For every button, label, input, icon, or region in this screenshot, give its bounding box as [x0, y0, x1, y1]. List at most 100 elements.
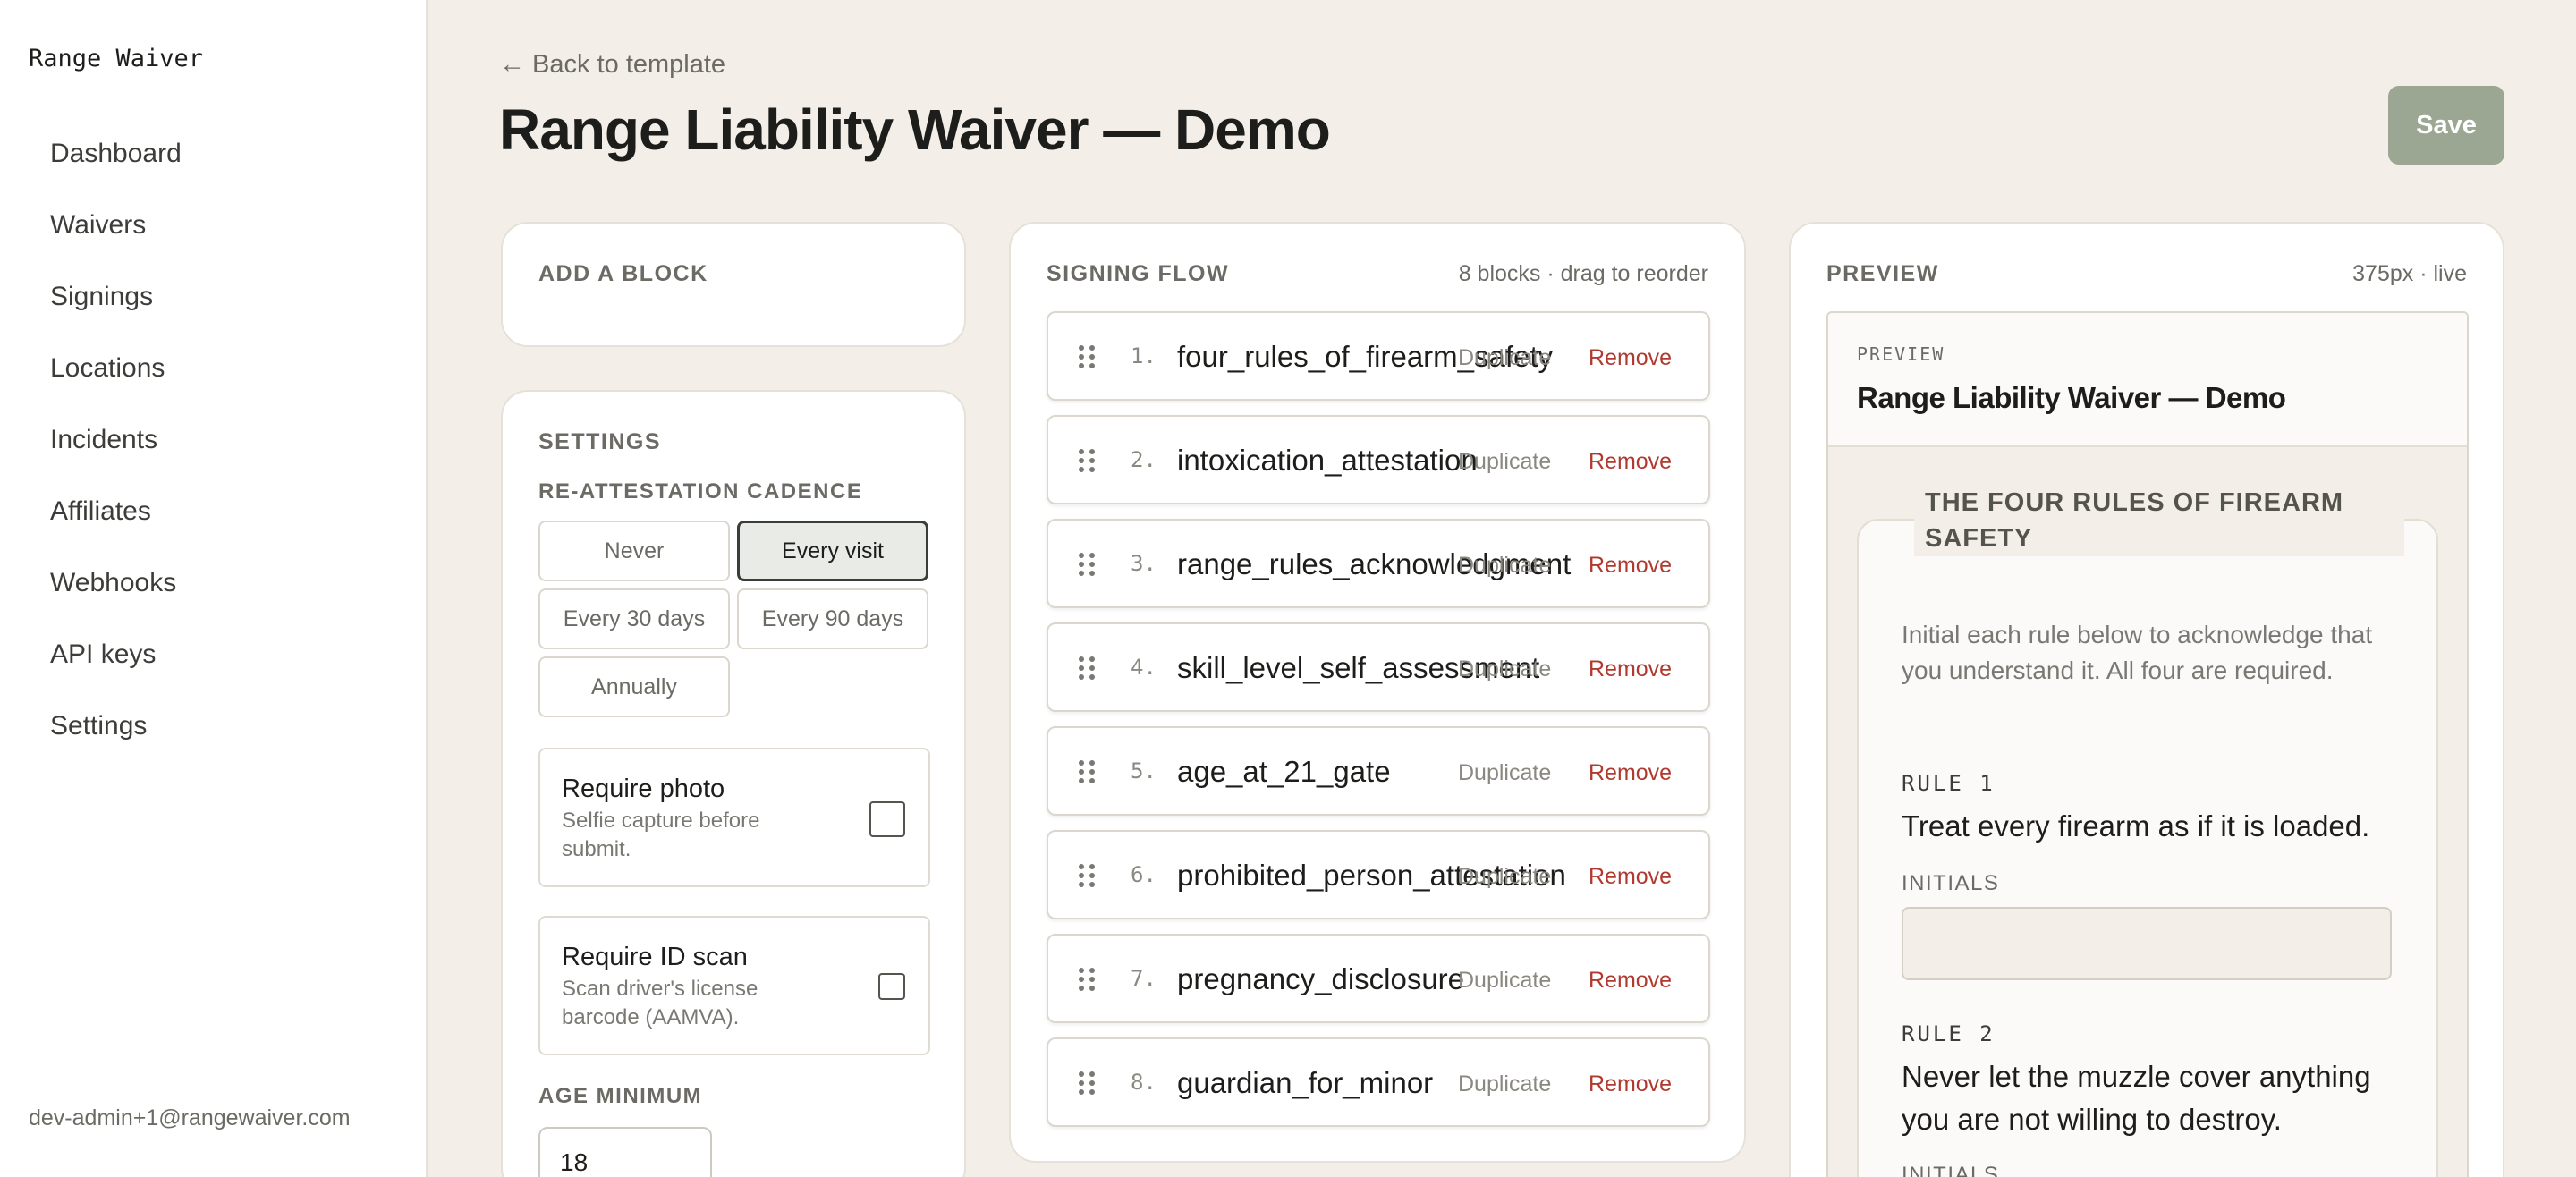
flow-block-row[interactable]: 7. pregnancy_disclosure Duplicate Remove [1046, 934, 1710, 1023]
remove-block-button[interactable]: Remove [1589, 345, 1672, 371]
age-minimum-input[interactable] [538, 1127, 712, 1177]
signing-flow-panel: SIGNING FLOW 8 blocks · drag to reorder … [1009, 222, 1746, 1163]
sidebar-nav: Dashboard Waivers Signings Locations Inc… [32, 136, 399, 780]
duplicate-block-button[interactable]: Duplicate [1458, 656, 1551, 682]
page-title: Range Liability Waiver — Demo [499, 97, 1331, 162]
drag-handle-icon[interactable] [1079, 449, 1097, 472]
flow-block-row[interactable]: 3. range_rules_acknowledgment Duplicate … [1046, 519, 1710, 608]
remove-block-button[interactable]: Remove [1589, 968, 1672, 994]
block-number: 3. [1131, 551, 1157, 576]
flow-block-row[interactable]: 1. four_rules_of_firearm_safety Duplicat… [1046, 311, 1710, 401]
rule-block-intro: Initial each rule below to acknowledge t… [1902, 621, 2373, 684]
remove-block-button[interactable]: Remove [1589, 760, 1672, 786]
rule-text: Never let the muzzle cover anything you … [1902, 1060, 2371, 1136]
cadence-option-annually[interactable]: Annually [538, 656, 730, 717]
rule-block-title: THE FOUR RULES OF FIREARM SAFETY [1914, 485, 2404, 556]
duplicate-block-button[interactable]: Duplicate [1458, 345, 1551, 371]
cadence-label: RE-ATTESTATION CADENCE [538, 479, 863, 504]
duplicate-block-button[interactable]: Duplicate [1458, 1071, 1551, 1097]
signing-flow-heading: SIGNING FLOW [1046, 261, 1230, 286]
cadence-option-every-90-days[interactable]: Every 90 days [737, 588, 928, 649]
remove-block-button[interactable]: Remove [1589, 656, 1672, 682]
block-number: 7. [1131, 966, 1157, 991]
remove-block-button[interactable]: Remove [1589, 864, 1672, 890]
block-name: age_at_21_gate [1177, 755, 1391, 788]
cadence-option-never[interactable]: Never [538, 521, 730, 581]
block-name: intoxication_attestation [1177, 444, 1478, 477]
duplicate-block-button[interactable]: Duplicate [1458, 760, 1551, 786]
flow-block-row[interactable]: 4. skill_level_self_assessment Duplicate… [1046, 622, 1710, 712]
preview-heading: PREVIEW [1826, 261, 1939, 286]
flow-block-row[interactable]: 6. prohibited_person_attestation Duplica… [1046, 830, 1710, 919]
rule-text: Treat every firearm as if it is loaded. [1902, 809, 2370, 843]
cadence-option-every-visit[interactable]: Every visit [737, 521, 928, 581]
sidebar-item-webhooks[interactable]: Webhooks [32, 565, 399, 637]
block-number: 8. [1131, 1070, 1157, 1095]
block-number: 4. [1131, 655, 1157, 680]
settings-heading: SETTINGS [538, 429, 662, 454]
require-id-scan-description: Scan driver's license barcode (AAMVA). [562, 977, 758, 1029]
preview-eyebrow: PREVIEW [1857, 343, 1945, 365]
settings-panel: SETTINGS RE-ATTESTATION CADENCE Never Ev… [501, 390, 966, 1177]
block-number: 6. [1131, 862, 1157, 887]
sidebar-item-dashboard[interactable]: Dashboard [32, 136, 399, 207]
sidebar-item-locations[interactable]: Locations [32, 351, 399, 422]
block-number: 5. [1131, 758, 1157, 783]
flow-block-row[interactable]: 5. age_at_21_gate Duplicate Remove [1046, 726, 1710, 816]
back-to-template-link[interactable]: ← Back to template [499, 50, 725, 80]
require-photo-title: Require photo [562, 775, 725, 803]
require-id-scan-checkbox[interactable] [878, 973, 905, 1000]
app-brand: Range Waiver [29, 45, 204, 72]
preview-panel: PREVIEW 375px · live PREVIEW Range Liabi… [1789, 222, 2504, 1177]
flow-block-row[interactable]: 2. intoxication_attestation Duplicate Re… [1046, 415, 1710, 504]
sidebar-item-affiliates[interactable]: Affiliates [32, 494, 399, 565]
block-number: 1. [1131, 343, 1157, 368]
require-photo-toggle[interactable]: Require photo Selfie capture before subm… [538, 748, 930, 887]
add-block-heading: ADD A BLOCK [538, 261, 708, 286]
flow-block-row[interactable]: 8. guardian_for_minor Duplicate Remove [1046, 1037, 1710, 1127]
sidebar-item-signings[interactable]: Signings [32, 279, 399, 351]
user-email: dev-admin+1@rangewaiver.com [29, 1105, 351, 1130]
block-name: pregnancy_disclosure [1177, 962, 1465, 995]
cadence-option-every-30-days[interactable]: Every 30 days [538, 588, 730, 649]
mobile-preview-frame: PREVIEW Range Liability Waiver — Demo In… [1826, 311, 2469, 1177]
require-id-scan-title: Require ID scan [562, 943, 748, 971]
remove-block-button[interactable]: Remove [1589, 449, 1672, 475]
drag-handle-icon[interactable] [1079, 760, 1097, 783]
save-button[interactable]: Save [2388, 86, 2504, 165]
drag-handle-icon[interactable] [1079, 656, 1097, 680]
sidebar-item-api-keys[interactable]: API keys [32, 637, 399, 708]
require-photo-description: Selfie capture before submit. [562, 809, 760, 861]
initials-label: INITIALS [1902, 871, 2000, 895]
sidebar-item-settings[interactable]: Settings [32, 708, 399, 780]
add-block-panel: ADD A BLOCK [501, 222, 966, 347]
drag-handle-icon[interactable] [1079, 864, 1097, 887]
remove-block-button[interactable]: Remove [1589, 1071, 1672, 1097]
require-photo-checkbox[interactable] [869, 801, 905, 837]
initials-input[interactable] [1902, 907, 2392, 980]
remove-block-button[interactable]: Remove [1589, 553, 1672, 579]
preview-meta: 375px · live [2352, 261, 2467, 286]
duplicate-block-button[interactable]: Duplicate [1458, 449, 1551, 475]
block-name: guardian_for_minor [1177, 1066, 1434, 1099]
preview-header: PREVIEW Range Liability Waiver — Demo [1828, 313, 2467, 447]
drag-handle-icon[interactable] [1079, 553, 1097, 576]
signing-flow-meta: 8 blocks · drag to reorder [1458, 261, 1708, 286]
preview-title: Range Liability Waiver — Demo [1857, 381, 2286, 414]
duplicate-block-button[interactable]: Duplicate [1458, 968, 1551, 994]
age-minimum-label: AGE MINIMUM [538, 1084, 703, 1108]
drag-handle-icon[interactable] [1079, 345, 1097, 368]
rule-label: RULE 2 [1902, 1021, 1996, 1046]
sidebar-item-waivers[interactable]: Waivers [32, 207, 399, 279]
require-id-scan-toggle[interactable]: Require ID scan Scan driver's license ba… [538, 916, 930, 1055]
block-number: 2. [1131, 447, 1157, 472]
sidebar: Range Waiver Dashboard Waivers Signings … [0, 0, 428, 1177]
drag-handle-icon[interactable] [1079, 968, 1097, 991]
initials-label: INITIALS [1902, 1163, 2000, 1177]
duplicate-block-button[interactable]: Duplicate [1458, 553, 1551, 579]
duplicate-block-button[interactable]: Duplicate [1458, 864, 1551, 890]
sidebar-item-incidents[interactable]: Incidents [32, 422, 399, 494]
drag-handle-icon[interactable] [1079, 1071, 1097, 1095]
rule-label: RULE 1 [1902, 771, 1996, 796]
rule-block-card: Initial each rule below to acknowledge t… [1857, 519, 2438, 1177]
